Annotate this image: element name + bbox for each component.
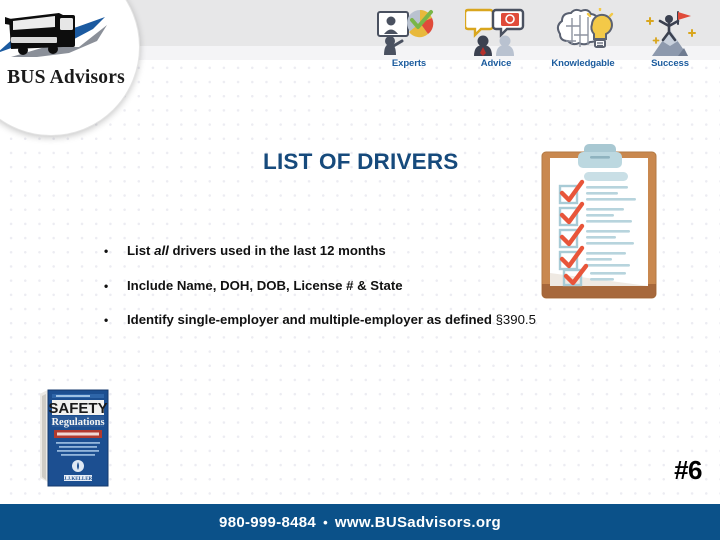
emphasis-all: all — [154, 243, 169, 258]
svg-text:SAFETY: SAFETY — [48, 400, 107, 417]
header-icon-label: Success — [651, 58, 689, 69]
list-item: • List all drivers used in the last 12 m… — [104, 243, 664, 260]
list-item: • Identify single-employer and multiple-… — [104, 312, 664, 329]
bus-logo-icon — [0, 13, 107, 57]
footer-separator: • — [323, 514, 328, 530]
brand-logo[interactable]: BUS Advisors — [0, 0, 140, 136]
footer-bar: 980-999-8484 • www.BUSadvisors.org — [0, 504, 720, 540]
list-item-text: List all drivers used in the last 12 mon… — [127, 243, 386, 258]
header-icon-knowledgable: Knowledgable — [547, 6, 619, 69]
speech-bubbles-people-icon — [460, 6, 532, 56]
list-item: • Include Name, DOH, DOB, License # & St… — [104, 278, 664, 295]
brain-lightbulb-icon — [547, 6, 619, 56]
bullet-marker: • — [104, 244, 109, 258]
page-number: #6 — [674, 455, 702, 485]
header-icon-experts: Experts — [373, 6, 445, 69]
list-item-text: Identify single-employer and multiple-em… — [127, 312, 536, 327]
svg-text:Regulations: Regulations — [51, 417, 104, 428]
safety-regulations-book-icon: SAFETY Regulations J.J.KELLER — [40, 389, 109, 487]
header-icon-strip: Experts Advice Knowledgable Success — [373, 6, 706, 69]
header-icon-success: Success — [634, 6, 706, 69]
mountain-flag-icon — [634, 6, 706, 56]
bullet-list: • List all drivers used in the last 12 m… — [104, 243, 664, 347]
svg-text:J.J.KELLER: J.J.KELLER — [64, 477, 93, 482]
presenter-chart-icon — [373, 6, 445, 56]
page-title: LIST OF DRIVERS — [263, 149, 459, 174]
bullet-marker: • — [104, 278, 109, 293]
bullet-marker: • — [104, 313, 109, 327]
header-icon-label: Knowledgable — [551, 58, 615, 69]
footer-phone[interactable]: 980-999-8484 — [219, 514, 316, 531]
list-item-text: Include Name, DOH, DOB, License # & Stat… — [127, 277, 403, 293]
brand-logo-inner: BUS Advisors — [0, 0, 139, 135]
footer-website[interactable]: www.BUSadvisors.org — [335, 514, 501, 531]
header-icon-label: Experts — [391, 58, 427, 69]
header-icon-advice: Advice — [460, 6, 532, 69]
slide-canvas: BUS Advisors Experts Advice Knowledgable… — [0, 0, 720, 540]
brand-logo-text: BUS Advisors — [7, 67, 125, 88]
regulation-reference: §390.5 — [495, 312, 536, 327]
header-icon-label: Advice — [480, 58, 512, 69]
